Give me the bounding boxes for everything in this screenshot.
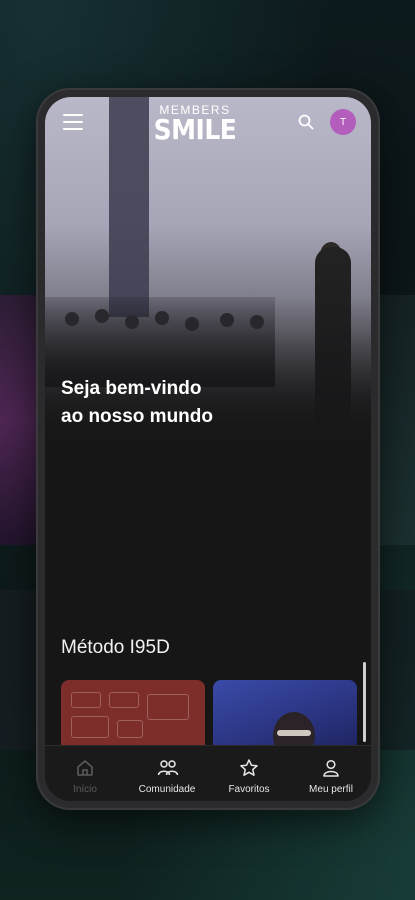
welcome-line-1: Seja bem-vindo bbox=[61, 378, 202, 399]
card-diagram-box bbox=[109, 692, 139, 708]
course-card[interactable] bbox=[213, 680, 357, 750]
home-icon bbox=[75, 758, 95, 778]
welcome-line-2: ao nosso mundo bbox=[61, 406, 213, 427]
bottom-nav: Início Comunidade Favoritos Meu perfil bbox=[45, 745, 371, 801]
hamburger-menu-icon[interactable] bbox=[63, 114, 83, 132]
nav-item-comunidade[interactable]: Comunidade bbox=[127, 746, 207, 801]
top-bar: MEMBERS SMILE T bbox=[45, 97, 371, 157]
card-person-glasses bbox=[277, 730, 311, 736]
nav-label: Favoritos bbox=[228, 784, 270, 795]
nav-item-inicio[interactable]: Início bbox=[45, 746, 125, 801]
card-diagram-box bbox=[117, 720, 143, 738]
card-diagram-box bbox=[71, 692, 101, 708]
nav-label: Comunidade bbox=[138, 784, 196, 795]
nav-item-favoritos[interactable]: Favoritos bbox=[209, 746, 289, 801]
user-avatar[interactable]: T bbox=[330, 109, 356, 135]
hero-welcome-text: Seja bem-vindo ao nosso mundo bbox=[61, 375, 291, 431]
profile-icon bbox=[321, 758, 341, 778]
phone-frame: MEMBERS SMILE T Seja bem-vindo ao nosso … bbox=[36, 88, 380, 810]
app-logo: MEMBERS SMILE bbox=[150, 104, 240, 146]
community-icon bbox=[157, 758, 179, 778]
nav-item-meu-perfil[interactable]: Meu perfil bbox=[291, 746, 371, 801]
course-card[interactable] bbox=[61, 680, 205, 750]
card-diagram-box bbox=[71, 716, 109, 738]
card-diagram-box bbox=[147, 694, 189, 720]
app-screen: MEMBERS SMILE T Seja bem-vindo ao nosso … bbox=[45, 97, 371, 801]
nav-label: Meu perfil bbox=[309, 784, 353, 795]
nav-label: Início bbox=[73, 784, 97, 795]
star-icon bbox=[239, 758, 259, 778]
section-title: Método I95D bbox=[61, 637, 170, 658]
logo-smile: SMILE bbox=[153, 113, 237, 146]
scrollbar[interactable] bbox=[363, 662, 366, 742]
search-icon[interactable] bbox=[297, 113, 315, 131]
